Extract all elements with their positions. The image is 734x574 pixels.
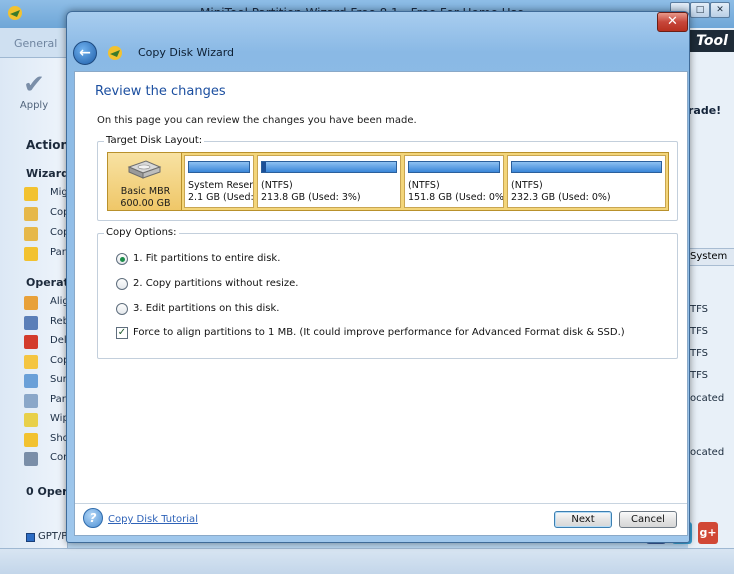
operation-item[interactable]: Cop xyxy=(24,354,69,370)
legend-swatch xyxy=(26,533,35,542)
partition-size: 151.8 GB (Used: 0%) xyxy=(408,192,504,203)
operation-item[interactable]: Surf xyxy=(24,373,70,389)
wizard-item[interactable]: Migr xyxy=(24,186,72,202)
disk-size: 600.00 GB xyxy=(120,198,171,209)
disk-type: Basic MBR xyxy=(120,186,171,197)
wizard-item-icon xyxy=(24,247,38,261)
wizard-item[interactable]: Cop xyxy=(24,206,69,222)
partition-usage-bar xyxy=(261,161,397,173)
table-cell[interactable]: TFS xyxy=(690,370,708,381)
partition-size: 2.1 GB (Used: xyxy=(188,192,254,203)
next-button[interactable]: Next xyxy=(554,511,612,528)
copy-options-group xyxy=(97,233,678,359)
option-radio[interactable] xyxy=(116,278,128,290)
table-cell[interactable]: ocated xyxy=(690,393,724,404)
table-cell[interactable]: TFS xyxy=(690,348,708,359)
app-logo-icon xyxy=(8,6,22,20)
back-arrow-icon[interactable]: ← xyxy=(73,41,97,65)
partition-usage-bar xyxy=(511,161,662,173)
copy-options-label: Copy Options: xyxy=(104,227,179,238)
wizard-item-icon xyxy=(24,187,38,201)
help-icon[interactable]: ? xyxy=(83,508,103,528)
operation-item-icon xyxy=(24,432,38,447)
table-cell[interactable]: ocated xyxy=(690,447,724,458)
partition-used-fill xyxy=(262,162,267,172)
apply-label: Apply xyxy=(19,100,49,111)
option-radio[interactable] xyxy=(116,253,128,265)
operation-item[interactable]: Part xyxy=(24,393,70,409)
option-radio[interactable] xyxy=(116,303,128,315)
partition-size: 232.3 GB (Used: 0%) xyxy=(511,192,611,203)
table-cell[interactable]: TFS xyxy=(690,326,708,337)
cancel-button[interactable]: Cancel xyxy=(619,511,677,528)
tab-general[interactable]: General xyxy=(0,28,68,58)
operation-item[interactable]: Dele xyxy=(24,334,73,350)
operation-item[interactable]: Align xyxy=(24,295,75,311)
maximize-button[interactable]: □ xyxy=(690,2,710,18)
align-checkbox[interactable]: ✓ xyxy=(116,327,128,339)
copy-disk-tutorial-link[interactable]: Copy Disk Tutorial xyxy=(108,514,198,525)
page-description: On this page you can review the changes … xyxy=(97,115,417,126)
operation-item-icon xyxy=(24,354,38,369)
google-plus-icon[interactable]: g+ xyxy=(698,522,718,544)
wizard-item-icon xyxy=(24,207,38,221)
wizard-item-icon xyxy=(24,227,38,241)
wizard-item[interactable]: Cop xyxy=(24,226,69,242)
partition-block[interactable]: (NTFS) 213.8 GB (Used: 3%) xyxy=(257,155,401,208)
option-label: 2. Copy partitions without resize. xyxy=(133,278,299,289)
hard-disk-icon xyxy=(127,160,162,179)
partition-usage-bar xyxy=(408,161,500,173)
operation-item-icon xyxy=(24,374,38,388)
operation-item[interactable]: Wipe xyxy=(24,412,75,428)
column-header-system[interactable]: System xyxy=(688,248,734,266)
dialog-close-button[interactable]: ✕ xyxy=(657,12,688,32)
wizard-item[interactable]: Part xyxy=(24,246,70,262)
operation-item-icon xyxy=(24,315,38,330)
brand-logo: Tool xyxy=(690,30,734,52)
disk-info-block[interactable]: Basic MBR 600.00 GB xyxy=(107,152,182,211)
main-close-button[interactable]: ✕ xyxy=(710,2,730,18)
option-label: 1. Fit partitions to entire disk. xyxy=(133,253,281,264)
page-title: Review the changes xyxy=(95,84,226,99)
target-layout-label: Target Disk Layout: xyxy=(104,135,205,146)
option-label: 3. Edit partitions on this disk. xyxy=(133,303,280,314)
status-bar xyxy=(0,548,734,574)
partition-label: (NTFS) xyxy=(408,180,440,191)
operation-item[interactable]: Con xyxy=(24,451,69,467)
partition-block[interactable]: (NTFS) 151.8 GB (Used: 0%) xyxy=(404,155,504,208)
apply-button[interactable]: ✔ Apply xyxy=(14,70,54,122)
operation-item-icon xyxy=(24,296,38,310)
operation-item-icon xyxy=(24,393,38,408)
dialog-title: Copy Disk Wizard xyxy=(138,46,235,59)
table-cell[interactable]: TFS xyxy=(690,304,708,315)
operation-item-icon xyxy=(24,335,38,349)
operation-item[interactable]: Rebu xyxy=(24,315,75,331)
partition-block[interactable]: (NTFS) 232.3 GB (Used: 0%) xyxy=(507,155,666,208)
wizard-icon xyxy=(108,46,122,60)
align-option-label: Force to align partitions to 1 MB. (It c… xyxy=(133,327,625,338)
footer-divider xyxy=(75,503,687,504)
operation-item-icon xyxy=(24,413,38,427)
partition-block[interactable]: System Reserv 2.1 GB (Used: xyxy=(184,155,254,208)
operation-item[interactable]: Show xyxy=(24,432,77,448)
partition-label: System Reserv xyxy=(188,180,254,191)
partition-label: (NTFS) xyxy=(261,180,293,191)
partition-usage-bar xyxy=(188,161,250,173)
partition-size: 213.8 GB (Used: 3%) xyxy=(261,192,361,203)
upgrade-link[interactable]: rade! xyxy=(688,104,721,117)
checkmark-icon: ✔ xyxy=(23,70,45,100)
operation-item-icon xyxy=(24,452,38,466)
partition-label: (NTFS) xyxy=(511,180,543,191)
